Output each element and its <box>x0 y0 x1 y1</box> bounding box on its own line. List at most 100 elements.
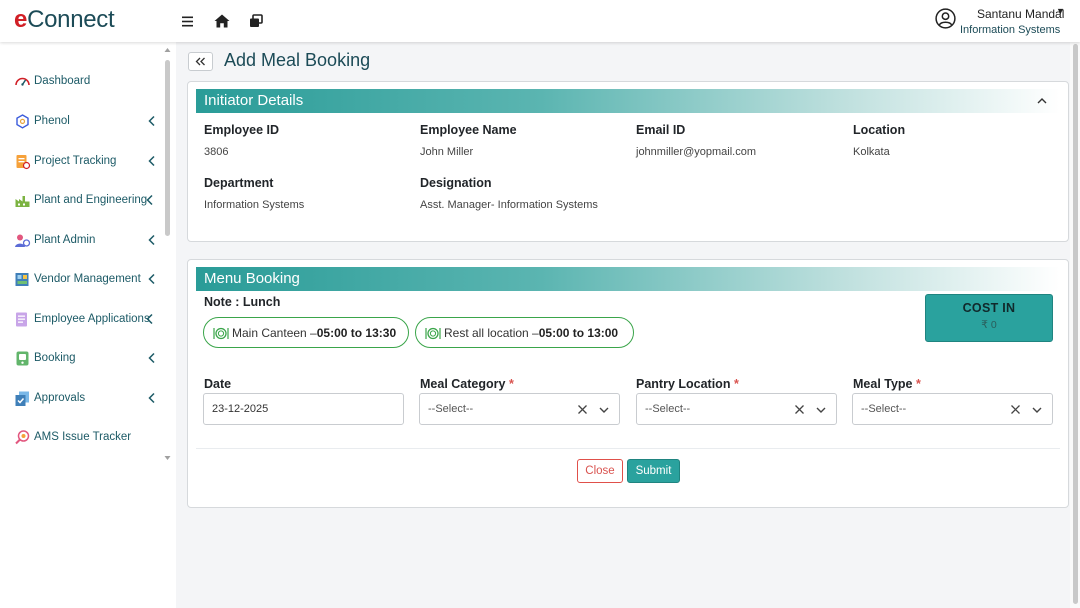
chevron-left-icon <box>148 155 155 167</box>
plant-engineering-icon <box>14 192 31 209</box>
clear-icon[interactable] <box>1010 404 1021 415</box>
meal-note: Note : Lunch <box>204 295 281 309</box>
employee-id-label: Employee ID <box>204 123 280 137</box>
pill-place: Rest all location – <box>444 325 539 340</box>
date-input[interactable]: 23-12-2025 <box>203 393 404 425</box>
divider <box>196 448 1060 449</box>
sidebar-item-booking[interactable]: Booking <box>14 347 160 369</box>
sidebar-item-phenol[interactable]: Phenol <box>14 110 160 132</box>
location-label: Location <box>853 123 906 137</box>
meal-type-label: Meal Type * <box>853 377 921 391</box>
chevron-left-icon <box>148 234 155 246</box>
hamburger-icon[interactable] <box>178 11 198 31</box>
dashboard-gauge-icon <box>14 73 31 90</box>
top-bar: eConnect Santanu Mandal ▼ Information Sy… <box>0 0 1080 42</box>
chevron-down-icon[interactable] <box>598 404 610 416</box>
pill-time: 05:00 to 13:00 <box>538 325 619 340</box>
section-title: Menu Booking <box>204 270 300 287</box>
chevron-left-icon <box>148 392 155 404</box>
initiator-details-card: Initiator Details Employee ID 3806 Emplo… <box>187 81 1069 242</box>
chevron-left-icon <box>148 273 155 285</box>
clear-icon[interactable] <box>794 404 805 415</box>
clear-icon[interactable] <box>577 404 588 415</box>
cost-value: ₹ 0 <box>981 319 997 331</box>
sidebar-item-label: Approvals <box>34 392 86 404</box>
sidebar-item-dashboard[interactable]: Dashboard <box>14 70 160 92</box>
employee-applications-icon <box>14 311 31 328</box>
user-department: Information Systems <box>960 24 1061 36</box>
app-logo[interactable]: eConnect <box>14 6 115 34</box>
designation-value: Asst. Manager- Information Systems <box>420 199 598 211</box>
meal-category-select[interactable]: --Select-- <box>419 393 620 425</box>
select-placeholder: --Select-- <box>645 403 691 415</box>
meal-type-select[interactable]: --Select-- <box>852 393 1053 425</box>
sidebar-item-project-tracking[interactable]: Project Tracking <box>14 150 160 172</box>
chevron-left-icon <box>148 115 155 127</box>
pill-place: Main Canteen – <box>232 325 317 340</box>
sidebar-item-plant-admin[interactable]: Plant Admin <box>14 229 160 251</box>
employee-name-label: Employee Name <box>420 123 517 137</box>
department-label: Department <box>204 176 274 190</box>
email-label: Email ID <box>636 123 686 137</box>
sidebar-item-label: Booking <box>34 352 76 364</box>
chevron-left-icon <box>146 313 153 325</box>
page-scroll-thumb[interactable] <box>1073 44 1078 604</box>
select-placeholder: --Select-- <box>428 403 474 415</box>
project-tracking-icon <box>14 153 31 170</box>
booking-icon <box>14 350 31 367</box>
select-placeholder: --Select-- <box>861 403 907 415</box>
issue-tracker-icon <box>14 429 31 446</box>
phenol-molecule-icon <box>14 113 31 130</box>
sidebar-item-ams-issue-tracker[interactable]: AMS Issue Tracker <box>14 426 160 448</box>
email-value: johnmiller@yopmail.com <box>636 146 756 158</box>
sidebar-scroll-thumb[interactable] <box>165 60 170 236</box>
user-dropdown-caret-icon[interactable]: ▼ <box>1056 6 1065 16</box>
sidebar-item-label: Phenol <box>34 115 70 127</box>
section-title: Initiator Details <box>204 92 304 109</box>
sidebar-item-label: Vendor Management <box>34 273 141 285</box>
menu-booking-header: Menu Booking <box>196 267 1060 291</box>
date-value: 23-12-2025 <box>212 403 269 415</box>
chevron-up-icon[interactable] <box>1036 95 1048 107</box>
sidebar-item-label: Plant and Engineering <box>34 194 148 206</box>
back-button[interactable] <box>188 52 213 71</box>
sidebar-item-label: Employee Applications <box>34 313 150 325</box>
approvals-icon <box>14 390 31 407</box>
user-name[interactable]: Santanu Mandal <box>977 7 1064 21</box>
chevron-left-icon <box>146 194 153 206</box>
employee-name-value: John Miller <box>420 146 474 158</box>
page-title: Add Meal Booking <box>224 50 371 70</box>
department-value: Information Systems <box>204 199 305 211</box>
window-stack-icon[interactable] <box>246 11 266 31</box>
chevron-down-icon[interactable] <box>1031 404 1043 416</box>
vendor-management-icon <box>14 271 31 288</box>
sidebar: Dashboard Phenol Project Tracking Plant … <box>0 42 176 608</box>
sidebar-item-employee-applications[interactable]: Employee Applications <box>14 308 160 330</box>
double-chevron-left-icon <box>195 57 205 66</box>
date-label: Date <box>204 377 232 391</box>
chevron-left-icon <box>148 352 155 364</box>
user-avatar-icon[interactable] <box>935 8 956 29</box>
submit-button[interactable]: Submit <box>627 459 680 483</box>
close-button[interactable]: Close <box>577 459 623 483</box>
plant-admin-icon <box>14 232 31 249</box>
sidebar-item-plant-and-engineering[interactable]: Plant and Engineering <box>14 189 160 211</box>
menu-booking-card: Menu Booking Note : Lunch Main Canteen –… <box>187 259 1069 508</box>
pill-time: 05:00 to 13:30 <box>316 325 397 340</box>
sidebar-item-label: Plant Admin <box>34 234 96 246</box>
meal-category-label: Meal Category * <box>420 377 514 391</box>
pantry-location-select[interactable]: --Select-- <box>636 393 837 425</box>
initiator-details-header[interactable]: Initiator Details <box>196 89 1060 113</box>
sidebar-item-vendor-management[interactable]: Vendor Management <box>14 268 160 290</box>
pantry-location-label: Pantry Location * <box>636 377 739 391</box>
sidebar-item-label: AMS Issue Tracker <box>34 431 132 443</box>
sidebar-item-label: Project Tracking <box>34 155 117 167</box>
meal-plate-icon <box>213 327 229 339</box>
sidebar-item-approvals[interactable]: Approvals <box>14 387 160 409</box>
chevron-down-icon[interactable] <box>815 404 827 416</box>
home-icon[interactable] <box>212 11 232 31</box>
sidebar-item-label: Dashboard <box>34 75 91 87</box>
canteen-timing-pill: Main Canteen – 05:00 to 13:30 <box>203 317 409 348</box>
location-value: Kolkata <box>853 146 890 158</box>
cost-title: COST IN <box>962 301 1016 315</box>
